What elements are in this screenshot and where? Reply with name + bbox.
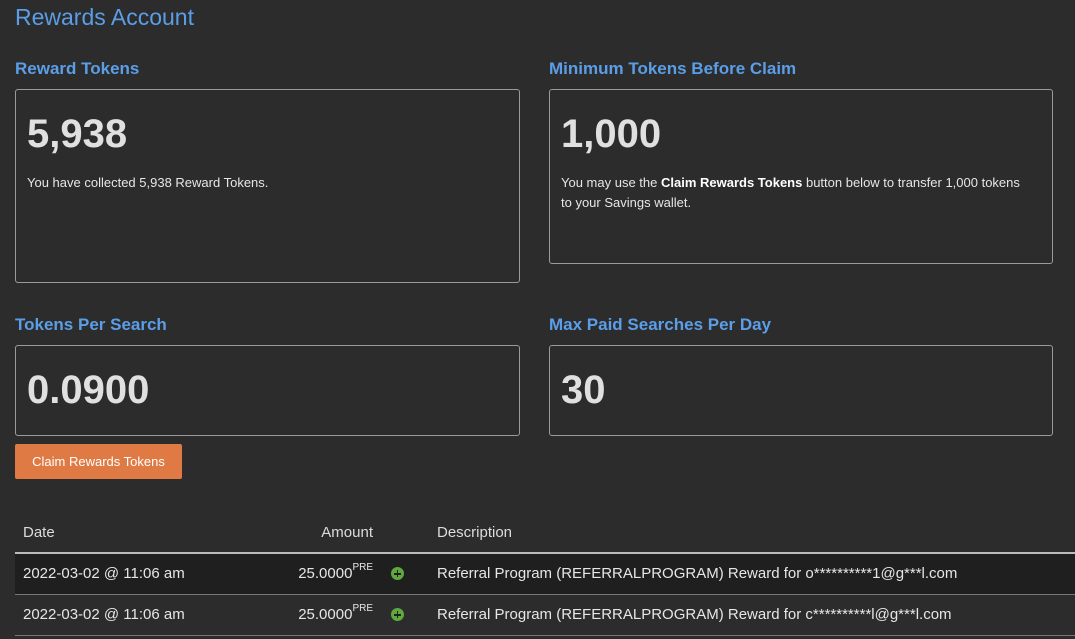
amount-unit: PRE [352,562,373,573]
plus-circle-icon [391,567,404,580]
row-description: Referral Program (REFERRALPROGRAM) Rewar… [437,606,952,623]
table-row: 2022-03-02 @ 11:06 am 25.0000PRE Referra… [15,554,1075,595]
min-tokens-value: 1,000 [561,112,662,156]
amount-column-header[interactable]: Amount [321,524,373,541]
claim-rewards-button[interactable]: Claim Rewards Tokens [15,444,182,479]
description-column-header[interactable]: Description [437,524,512,541]
reward-tokens-title: Reward Tokens [15,59,140,78]
tokens-per-search-card: 0.0900 [15,345,520,436]
min-tokens-description: You may use the Claim Rewards Tokens but… [561,175,1020,210]
table-row: 2022-03-02 @ 11:06 am 25.0000PRE Referra… [15,595,1075,636]
max-paid-searches-value: 30 [561,368,606,412]
row-description: Referral Program (REFERRALPROGRAM) Rewar… [437,565,958,582]
row-amount: 25.0000PRE [298,603,373,623]
claim-rewards-reference: Claim Rewards Tokens [660,175,803,190]
reward-tokens-value: 5,938 [27,112,128,156]
table-header: Date Amount Description [15,514,1075,554]
page-title: Rewards Account [15,4,194,30]
row-amount: 25.0000PRE [298,562,373,582]
row-date: 2022-03-02 @ 11:06 am [23,565,185,582]
amount-unit: PRE [352,603,373,614]
min-tokens-card: 1,000 You may use the Claim Rewards Toke… [549,89,1053,264]
plus-circle-icon [391,608,404,621]
reward-tokens-description: You have collected 5,938 Reward Tokens. [27,175,269,190]
date-column-header[interactable]: Date [23,524,55,541]
min-tokens-title: Minimum Tokens Before Claim [549,59,797,78]
max-paid-searches-title: Max Paid Searches Per Day [549,315,772,334]
tokens-per-search-title: Tokens Per Search [15,315,167,334]
tokens-per-search-value: 0.0900 [27,368,150,412]
row-date: 2022-03-02 @ 11:06 am [23,606,185,623]
rewards-table: Date Amount Description 2022-03-02 @ 11:… [15,514,1075,636]
reward-tokens-card: 5,938 You have collected 5,938 Reward To… [15,89,520,283]
max-paid-searches-card: 30 [549,345,1053,436]
